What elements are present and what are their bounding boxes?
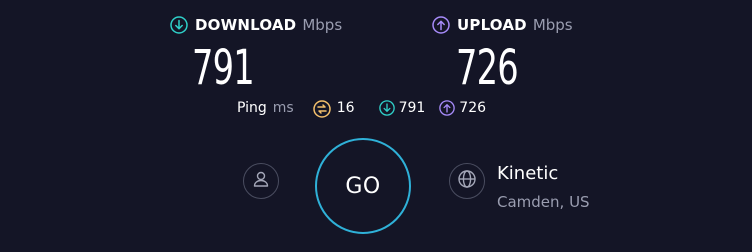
ping-idle-value: 16 [336, 100, 355, 116]
ping-idle: 16 [312, 100, 355, 118]
ping-upload: 726 [439, 100, 486, 116]
idle-latency-icon [312, 100, 331, 118]
ping-unit: ms [272, 100, 294, 116]
ping-row: Ping ms 16 791 726 [237, 98, 486, 118]
upload-unit: Mbps [532, 16, 573, 34]
ping-upload-value: 726 [459, 100, 487, 116]
ping-download: 791 [378, 100, 426, 116]
download-unit: Mbps [302, 16, 343, 34]
upload-value: 726 [456, 40, 519, 96]
server-name[interactable]: Kinetic [497, 163, 558, 184]
upload-metric: UPLOAD Mbps 726 [432, 14, 573, 96]
change-server-button[interactable] [449, 163, 485, 199]
download-value: 791 [192, 40, 255, 96]
account-button[interactable] [243, 163, 279, 199]
server-location: Camden, US [497, 193, 590, 211]
arrow-down-circle-icon [378, 100, 395, 116]
go-button-label: GO [345, 173, 381, 199]
arrow-up-circle-icon [439, 100, 456, 116]
download-metric: DOWNLOAD Mbps 791 [170, 14, 343, 96]
go-button[interactable]: GO [315, 138, 411, 234]
download-label: DOWNLOAD [195, 16, 297, 34]
ping-download-value: 791 [398, 100, 426, 116]
upload-label: UPLOAD [457, 16, 527, 34]
ping-label: Ping [237, 100, 267, 116]
user-icon [251, 169, 271, 193]
arrow-up-circle-icon [432, 16, 450, 34]
globe-icon [457, 169, 477, 193]
arrow-down-circle-icon [170, 16, 188, 34]
